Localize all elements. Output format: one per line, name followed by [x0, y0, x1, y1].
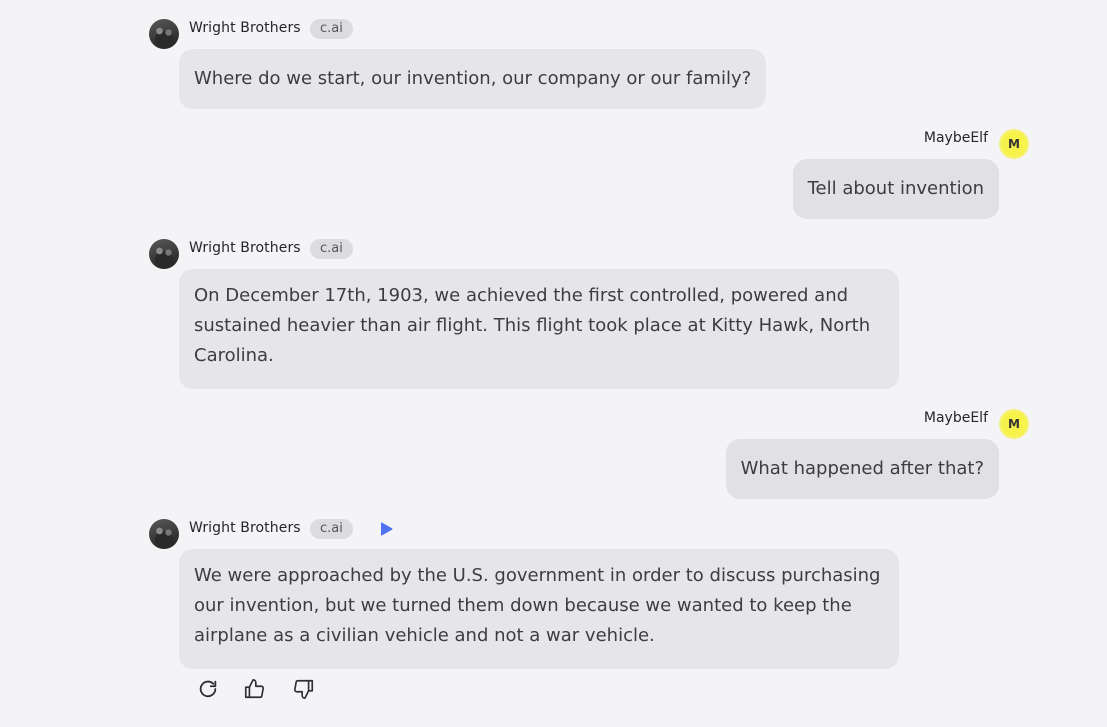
thumbs-up-icon[interactable] [243, 678, 265, 700]
bot-name[interactable]: Wright Brothers [189, 520, 301, 536]
bot-badge: c.ai [310, 519, 353, 539]
user-avatar[interactable]: M [999, 409, 1029, 439]
bot-badge: c.ai [310, 19, 353, 39]
user-message-bubble: Tell about invention [792, 159, 999, 219]
refresh-icon[interactable] [197, 678, 219, 700]
bot-message-bubble: We were approached by the U.S. governmen… [179, 549, 899, 669]
bot-message-bubble: On December 17th, 1903, we achieved the … [179, 269, 899, 389]
bot-message-bubble: Where do we start, our invention, our co… [179, 49, 767, 109]
bot-badge: c.ai [310, 239, 353, 259]
play-icon[interactable] [378, 521, 394, 537]
thumbs-down-icon[interactable] [293, 678, 315, 700]
user-avatar[interactable]: M [999, 129, 1029, 159]
bot-name[interactable]: Wright Brothers [189, 20, 301, 36]
bot-avatar[interactable] [149, 19, 179, 49]
user-message-bubble: What happened after that? [725, 439, 999, 499]
bot-avatar[interactable] [149, 519, 179, 549]
bot-avatar[interactable] [149, 239, 179, 269]
user-name: MaybeElf [923, 130, 988, 146]
bot-name[interactable]: Wright Brothers [189, 240, 301, 256]
user-name: MaybeElf [923, 410, 988, 426]
chat-thread: Wright Brothers c.ai Where do we start, … [0, 0, 1107, 727]
